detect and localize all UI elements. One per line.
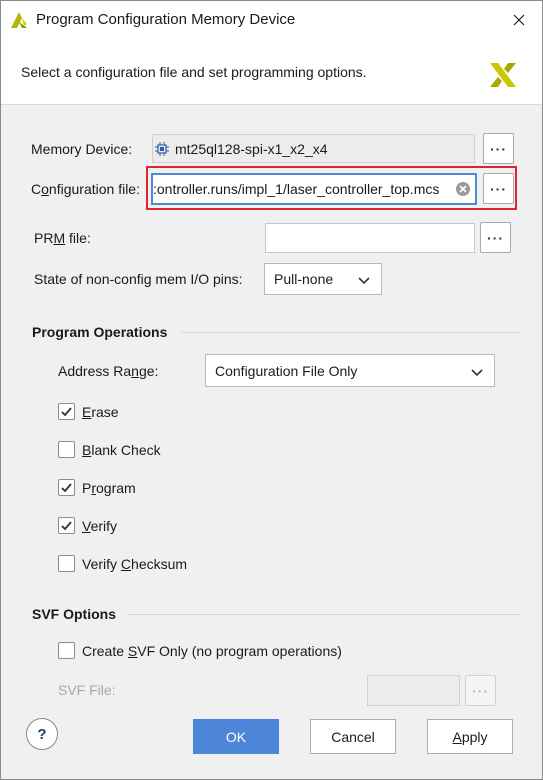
verify-checksum-checkbox[interactable]	[58, 555, 75, 572]
create-svf-only-checkbox[interactable]	[58, 642, 75, 659]
checkmark-icon	[61, 407, 72, 417]
program-label: Program	[82, 480, 136, 496]
prm-file-label: PRM file:	[34, 230, 91, 246]
memory-device-label: Memory Device:	[31, 141, 133, 157]
verify-checkbox[interactable]	[58, 517, 75, 534]
blank-check-label: Blank Check	[82, 442, 161, 458]
ok-button[interactable]: OK	[193, 719, 279, 754]
io-pins-value: Pull-none	[274, 271, 334, 287]
chip-icon	[155, 141, 169, 156]
configuration-file-label: Configuration file:	[31, 181, 140, 197]
checkmark-icon	[61, 521, 72, 531]
verify-checksum-label: Verify Checksum	[82, 556, 188, 572]
erase-label: Erase	[82, 404, 119, 420]
chevron-down-icon	[358, 277, 370, 285]
address-range-label: Address Range:	[58, 363, 159, 379]
io-pins-label: State of non-config mem I/O pins:	[34, 271, 243, 287]
window-title: Program Configuration Memory Device	[36, 11, 296, 28]
svf-file-label: SVF File:	[58, 682, 116, 698]
program-config-dialog: Program Configuration Memory Device Sele…	[0, 0, 543, 780]
dialog-header: Select a configuration file and set prog…	[1, 39, 542, 105]
chevron-down-icon	[471, 369, 483, 377]
program-checkbox[interactable]	[58, 479, 75, 496]
create-svf-only-label: Create SVF Only (no program operations)	[82, 643, 342, 659]
checkmark-icon	[61, 483, 72, 493]
section-divider	[181, 332, 521, 333]
address-range-value: Configuration File Only	[215, 362, 358, 379]
header-description: Select a configuration file and set prog…	[21, 64, 367, 80]
program-operations-title: Program Operations	[32, 324, 168, 340]
title-bar: Program Configuration Memory Device	[1, 1, 542, 39]
apply-button[interactable]: Apply	[427, 719, 513, 754]
erase-checkbox[interactable]	[58, 403, 75, 420]
address-range-select[interactable]: Configuration File Only	[205, 354, 495, 387]
svf-options-title: SVF Options	[32, 606, 116, 622]
memory-device-value: mt25ql128-spi-x1_x2_x4	[175, 140, 328, 157]
cancel-button[interactable]: Cancel	[310, 719, 396, 754]
vivado-logo-icon	[11, 12, 27, 28]
close-icon	[513, 14, 525, 26]
blank-check-checkbox[interactable]	[58, 441, 75, 458]
prm-file-browse-button[interactable]: ···	[480, 222, 511, 253]
close-button[interactable]	[496, 1, 542, 39]
verify-label: Verify	[82, 518, 118, 534]
svf-file-input	[367, 675, 460, 706]
section-divider	[129, 614, 521, 615]
io-pins-select[interactable]: Pull-none	[264, 263, 382, 295]
help-button[interactable]: ?	[26, 718, 58, 750]
xilinx-logo-icon	[490, 63, 516, 87]
svf-file-browse-button: ···	[465, 675, 496, 706]
prm-file-input[interactable]	[265, 223, 475, 253]
memory-device-browse-button[interactable]: ···	[483, 133, 514, 164]
red-highlight-box	[146, 166, 517, 210]
memory-device-field: mt25ql128-spi-x1_x2_x4	[152, 134, 475, 163]
